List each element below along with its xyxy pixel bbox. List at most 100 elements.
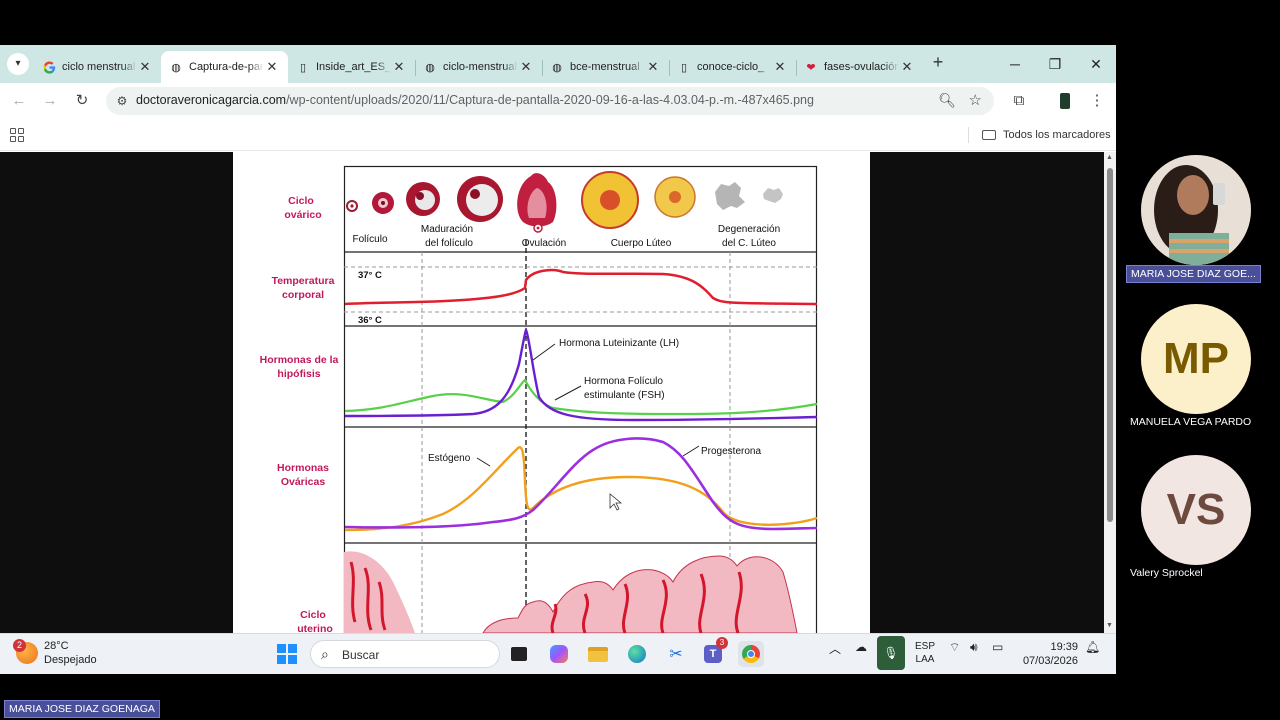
avatar bbox=[1141, 155, 1251, 265]
participant-photo bbox=[1141, 155, 1251, 265]
tab-ciclo-menstrual-2[interactable]: ◍ ciclo-menstrual ✕ bbox=[415, 51, 542, 83]
zoom-icon[interactable]: 🔍︎ bbox=[938, 92, 956, 109]
browser-toolbar: ← → ↻ ⚙ doctoraveronicagarcia.com/wp-con… bbox=[0, 83, 1116, 119]
tab-title: ciclo-menstrual bbox=[443, 61, 517, 73]
figure-svg: Ciclo ovárico Temperatura corporal Hormo… bbox=[260, 165, 818, 633]
globe-icon: ◍ bbox=[171, 61, 181, 74]
page-scrollbar[interactable]: ▲ ▼ bbox=[1104, 152, 1116, 633]
close-tab-icon[interactable]: ✕ bbox=[137, 59, 153, 75]
apps-grid-icon[interactable] bbox=[10, 128, 24, 142]
task-view-icon[interactable] bbox=[506, 641, 532, 667]
snipping-tool-icon[interactable]: ✂ bbox=[663, 641, 689, 667]
start-windows-icon[interactable] bbox=[274, 641, 300, 667]
onedrive-icon[interactable]: ☁ bbox=[855, 640, 867, 654]
label-pituitary-2: hipófisis bbox=[277, 368, 320, 380]
scroll-down-icon[interactable]: ▼ bbox=[1106, 622, 1113, 629]
close-tab-icon[interactable]: ✕ bbox=[645, 59, 661, 75]
scroll-up-icon[interactable]: ▲ bbox=[1106, 154, 1113, 161]
close-tab-icon[interactable]: ✕ bbox=[772, 59, 788, 75]
restore-button[interactable]: ❐ bbox=[1042, 53, 1068, 75]
document-icon: ▯ bbox=[680, 61, 688, 74]
meeting-stage: ▾ ciclo menstrual ✕ ◍ Captura-de-pantall… bbox=[0, 0, 1280, 720]
chrome-icon[interactable] bbox=[738, 641, 764, 667]
ovarian-follicle-drawings bbox=[346, 171, 783, 233]
participant-name: Valery Sprockel bbox=[1130, 567, 1203, 579]
tab-inside-art[interactable]: ▯ Inside_art_ES_ ✕ bbox=[288, 51, 415, 83]
avatar: MP bbox=[1141, 304, 1251, 414]
battery-icon[interactable]: ▭ bbox=[992, 640, 1003, 654]
label-fsh-2: estimulante (FSH) bbox=[584, 390, 665, 401]
label-pituitary-1: Hormonas de la bbox=[260, 354, 339, 366]
mouse-cursor-icon bbox=[609, 493, 623, 511]
tab-title: Captura-de-pantalla bbox=[189, 61, 264, 73]
folder-icon bbox=[982, 130, 996, 140]
copilot-icon[interactable] bbox=[546, 641, 572, 667]
url-path: /wp-content/uploads/2020/11/Captura-de-p… bbox=[286, 93, 814, 107]
close-tab-icon[interactable]: ✕ bbox=[391, 59, 407, 75]
scrollbar-thumb[interactable] bbox=[1107, 168, 1113, 522]
minimize-button[interactable]: ─ bbox=[1002, 53, 1028, 75]
participant-tile-3[interactable]: VS Valery Sprockel bbox=[1126, 455, 1266, 585]
document-icon: ▯ bbox=[299, 61, 307, 74]
label-estrogen: Estógeno bbox=[428, 453, 471, 464]
extensions-icon[interactable]: ⧉ bbox=[1009, 91, 1029, 111]
system-clock[interactable]: 19:39 07/03/2026 bbox=[1022, 640, 1078, 668]
label-corpus-luteum: Cuerpo Lúteo bbox=[611, 238, 672, 249]
file-explorer-icon[interactable] bbox=[585, 641, 611, 667]
label-ovarian-cycle-1: Ciclo bbox=[288, 195, 314, 207]
tab-conoce-ciclo[interactable]: ▯ conoce-ciclo_ ✕ bbox=[669, 51, 796, 83]
google-icon bbox=[42, 60, 56, 74]
weather-sun-icon: 2 bbox=[13, 639, 38, 664]
all-bookmarks-folder[interactable]: Todos los marcadores bbox=[982, 127, 1111, 143]
new-tab-button[interactable]: + bbox=[928, 53, 948, 73]
tab-ciclo-menstrual-1[interactable]: ciclo menstrual ✕ bbox=[34, 51, 161, 83]
site-info-icon[interactable]: ⚙ bbox=[114, 93, 130, 109]
notifications-bell-icon[interactable]: 🔔︎ bbox=[1085, 640, 1100, 654]
tab-fases-ovulacion[interactable]: ❤ fases-ovulación ✕ bbox=[796, 51, 923, 83]
url-host: doctoraveronicagarcia.com bbox=[136, 93, 287, 107]
address-bar[interactable]: ⚙ doctoraveronicagarcia.com/wp-content/u… bbox=[106, 87, 994, 115]
menu-kebab-icon[interactable]: ⋮ bbox=[1087, 91, 1107, 111]
label-temperature-2: corporal bbox=[282, 289, 324, 301]
label-ovarian-cycle-2: ovárico bbox=[284, 209, 321, 221]
forward-button[interactable]: → bbox=[39, 90, 61, 112]
microphone-icon[interactable]: 🎙︎ bbox=[877, 636, 905, 670]
temperature-curve bbox=[344, 268, 818, 306]
participant-tile-1[interactable]: MARIA JOSE DIAZ GOE... bbox=[1126, 155, 1266, 285]
participant-tile-2[interactable]: MP MANUELA VEGA PARDO bbox=[1126, 304, 1266, 434]
taskbar-search[interactable]: ⌕ Buscar bbox=[310, 640, 500, 668]
language-indicator[interactable]: ESP LAA bbox=[915, 640, 935, 666]
close-tab-icon[interactable]: ✕ bbox=[518, 59, 534, 75]
weather-widget[interactable]: 2 28°C Despejado bbox=[13, 639, 97, 667]
back-button[interactable]: ← bbox=[8, 90, 30, 112]
label-ovarian-hormones-1: Hormonas bbox=[277, 462, 329, 474]
tray-overflow-chevron-icon[interactable]: ︿ bbox=[829, 640, 841, 657]
tab-title: bce-menstrual bbox=[570, 61, 640, 73]
weather-desc: Despejado bbox=[44, 654, 97, 666]
volume-icon[interactable]: 🔊︎ bbox=[970, 640, 978, 655]
edge-browser-icon[interactable] bbox=[624, 641, 650, 667]
label-fsh-1: Hormona Folículo bbox=[584, 376, 663, 387]
tab-title: Inside_art_ES_ bbox=[316, 61, 391, 73]
close-window-button[interactable]: ✕ bbox=[1083, 53, 1109, 75]
tab-bce-menstrual[interactable]: ◍ bce-menstrual ✕ bbox=[542, 51, 669, 83]
bookmark-star-icon[interactable]: ☆ bbox=[969, 91, 982, 109]
page-viewport: Ciclo ovárico Temperatura corporal Hormo… bbox=[0, 152, 1104, 633]
close-tab-icon[interactable]: ✕ bbox=[264, 59, 280, 75]
teams-icon[interactable]: T 3 bbox=[700, 637, 728, 667]
label-maturation-1: Maduración bbox=[421, 224, 473, 235]
wifi-icon[interactable]: ⌔ bbox=[949, 640, 960, 655]
label-follicle: Folículo bbox=[352, 234, 387, 245]
teams-badge: 3 bbox=[716, 637, 728, 649]
reload-button[interactable]: ↻ bbox=[71, 90, 93, 112]
tab-captura-de-pantalla[interactable]: ◍ Captura-de-pantalla ✕ bbox=[161, 51, 288, 83]
search-placeholder: Buscar bbox=[342, 648, 380, 662]
close-tab-icon[interactable]: ✕ bbox=[899, 59, 915, 75]
avatar: VS bbox=[1141, 455, 1251, 565]
label-lh: Hormona Luteinizante (LH) bbox=[559, 338, 679, 349]
profile-icon[interactable] bbox=[1055, 91, 1075, 111]
tab-search-button[interactable]: ▾ bbox=[7, 53, 29, 75]
tab-strip: ▾ ciclo menstrual ✕ ◍ Captura-de-pantall… bbox=[0, 45, 1116, 83]
uterine-lining-drawing bbox=[344, 551, 798, 633]
bookmarks-bar: Todos los marcadores bbox=[0, 119, 1116, 151]
